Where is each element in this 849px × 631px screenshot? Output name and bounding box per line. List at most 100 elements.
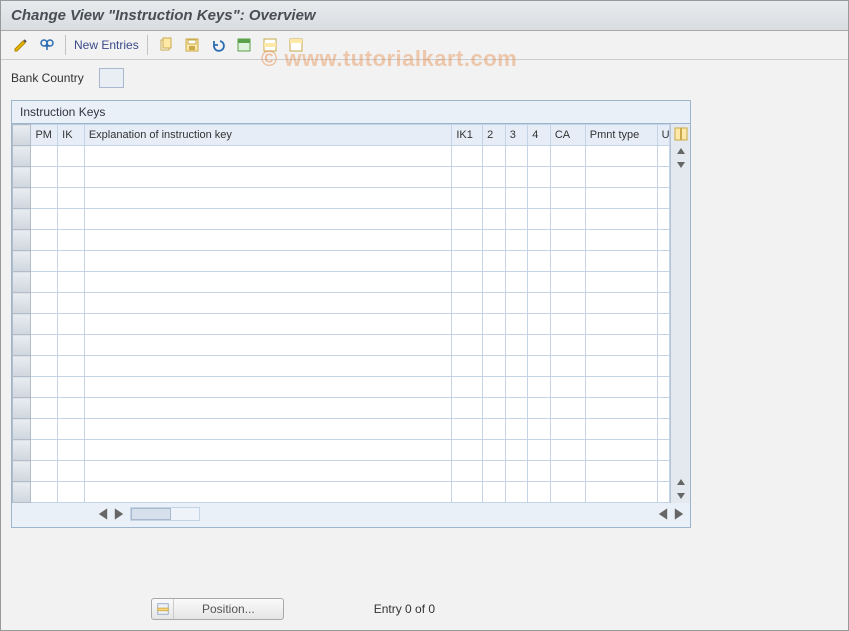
cell[interactable] xyxy=(452,314,483,335)
row-selector[interactable] xyxy=(13,230,31,251)
cell[interactable] xyxy=(585,209,657,230)
cell[interactable] xyxy=(505,314,528,335)
cell[interactable] xyxy=(550,167,585,188)
cell[interactable] xyxy=(58,146,85,167)
row-selector[interactable] xyxy=(13,209,31,230)
copy-icon[interactable] xyxy=(156,35,176,55)
cell[interactable] xyxy=(528,188,551,209)
cell[interactable] xyxy=(31,188,58,209)
cell[interactable] xyxy=(31,377,58,398)
cell[interactable] xyxy=(58,482,85,503)
cell[interactable] xyxy=(528,314,551,335)
cell[interactable] xyxy=(483,293,506,314)
row-selector[interactable] xyxy=(13,188,31,209)
cell[interactable] xyxy=(483,356,506,377)
scroll-down-icon[interactable] xyxy=(673,158,689,172)
row-selector[interactable] xyxy=(13,356,31,377)
cell[interactable] xyxy=(657,461,669,482)
table-row[interactable] xyxy=(13,377,670,398)
table-row[interactable] xyxy=(13,167,670,188)
cell[interactable] xyxy=(84,314,452,335)
cell[interactable] xyxy=(657,293,669,314)
scroll-up-end-icon[interactable] xyxy=(673,475,689,489)
cell[interactable] xyxy=(550,188,585,209)
cell[interactable] xyxy=(452,188,483,209)
col-explanation[interactable]: Explanation of instruction key xyxy=(84,125,452,146)
cell[interactable] xyxy=(657,272,669,293)
cell[interactable] xyxy=(505,209,528,230)
row-header-corner[interactable] xyxy=(13,125,31,146)
cell[interactable] xyxy=(58,272,85,293)
cell[interactable] xyxy=(550,398,585,419)
row-selector[interactable] xyxy=(13,461,31,482)
cell[interactable] xyxy=(31,146,58,167)
cell[interactable] xyxy=(528,398,551,419)
cell[interactable] xyxy=(585,167,657,188)
cell[interactable] xyxy=(657,314,669,335)
cell[interactable] xyxy=(550,293,585,314)
row-selector[interactable] xyxy=(13,398,31,419)
cell[interactable] xyxy=(550,440,585,461)
cell[interactable] xyxy=(31,272,58,293)
cell[interactable] xyxy=(550,251,585,272)
row-selector[interactable] xyxy=(13,272,31,293)
table-row[interactable] xyxy=(13,230,670,251)
cell[interactable] xyxy=(84,377,452,398)
cell[interactable] xyxy=(58,230,85,251)
cell[interactable] xyxy=(585,314,657,335)
cell[interactable] xyxy=(84,146,452,167)
cell[interactable] xyxy=(84,356,452,377)
cell[interactable] xyxy=(585,440,657,461)
save-icon[interactable] xyxy=(182,35,202,55)
cell[interactable] xyxy=(84,272,452,293)
new-entries-button[interactable]: New Entries xyxy=(74,38,139,52)
table-row[interactable] xyxy=(13,461,670,482)
cell[interactable] xyxy=(31,314,58,335)
cell[interactable] xyxy=(585,335,657,356)
select-block-icon[interactable] xyxy=(260,35,280,55)
cell[interactable] xyxy=(58,167,85,188)
table-row[interactable] xyxy=(13,272,670,293)
cell[interactable] xyxy=(31,167,58,188)
table-row[interactable] xyxy=(13,335,670,356)
scroll-left-end-icon[interactable] xyxy=(656,507,670,521)
col-3[interactable]: 3 xyxy=(505,125,528,146)
cell[interactable] xyxy=(528,419,551,440)
col-u[interactable]: U xyxy=(657,125,669,146)
cell[interactable] xyxy=(452,293,483,314)
cell[interactable] xyxy=(452,251,483,272)
cell[interactable] xyxy=(58,335,85,356)
cell[interactable] xyxy=(483,314,506,335)
cell[interactable] xyxy=(452,419,483,440)
cell[interactable] xyxy=(585,398,657,419)
scroll-thumb[interactable] xyxy=(131,508,171,520)
cell[interactable] xyxy=(452,230,483,251)
cell[interactable] xyxy=(84,293,452,314)
cell[interactable] xyxy=(657,167,669,188)
cell[interactable] xyxy=(657,335,669,356)
cell[interactable] xyxy=(483,272,506,293)
col-ik1[interactable]: IK1 xyxy=(452,125,483,146)
cell[interactable] xyxy=(31,398,58,419)
cell[interactable] xyxy=(657,398,669,419)
cell[interactable] xyxy=(657,440,669,461)
cell[interactable] xyxy=(84,398,452,419)
scroll-track[interactable] xyxy=(130,507,200,521)
cell[interactable] xyxy=(452,356,483,377)
cell[interactable] xyxy=(657,482,669,503)
cell[interactable] xyxy=(528,272,551,293)
cell[interactable] xyxy=(550,377,585,398)
cell[interactable] xyxy=(84,419,452,440)
table-row[interactable] xyxy=(13,419,670,440)
cell[interactable] xyxy=(505,356,528,377)
cell[interactable] xyxy=(585,419,657,440)
col-ca[interactable]: CA xyxy=(550,125,585,146)
select-all-icon[interactable] xyxy=(234,35,254,55)
cell[interactable] xyxy=(585,188,657,209)
cell[interactable] xyxy=(58,293,85,314)
table-row[interactable] xyxy=(13,356,670,377)
cell[interactable] xyxy=(585,482,657,503)
cell[interactable] xyxy=(585,230,657,251)
row-selector[interactable] xyxy=(13,146,31,167)
cell[interactable] xyxy=(483,146,506,167)
